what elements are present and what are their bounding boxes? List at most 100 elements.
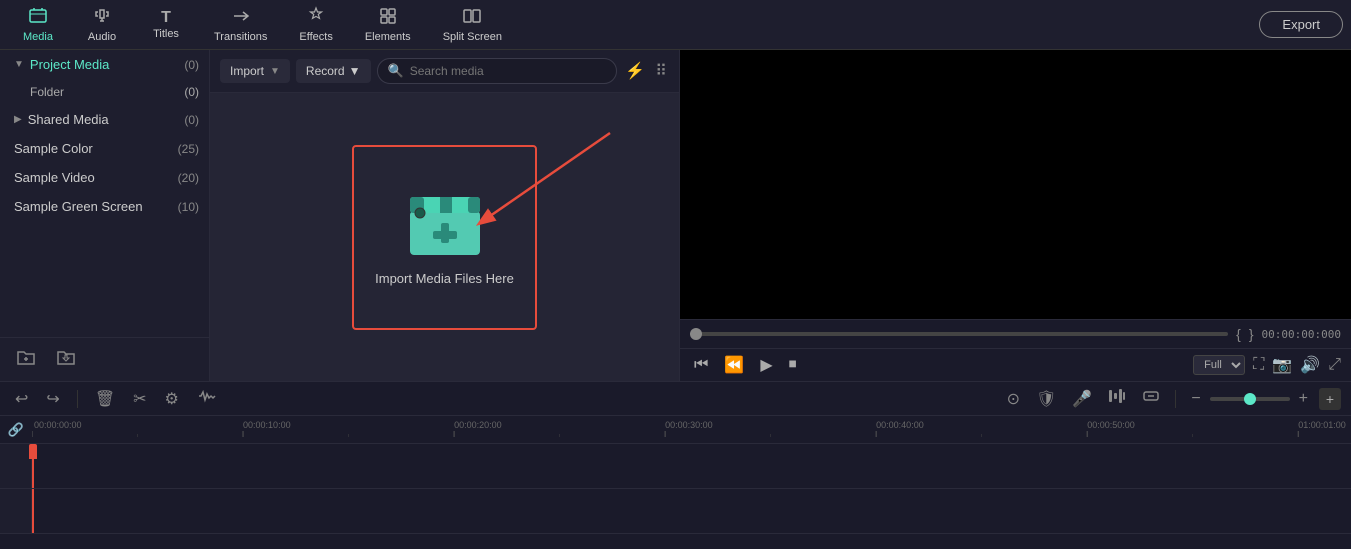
import-button[interactable]: Import ▼	[220, 59, 290, 83]
import-label: Import	[230, 64, 264, 78]
zoom-in-button[interactable]: +	[1294, 388, 1313, 410]
fullscreen-button[interactable]: ⛶	[1253, 356, 1264, 374]
track-content-1	[32, 444, 1351, 488]
quality-select[interactable]: Full 1/2 1/4	[1193, 355, 1245, 375]
folder-count: (0)	[184, 85, 199, 99]
nav-titles[interactable]: T Titles	[136, 6, 196, 44]
preview-playback-controls: ⏮ ⏪ ▶ ⏹ Full 1/2 1/4 ⛶ 📷 🔊 ⤢	[680, 348, 1351, 381]
import-drop-zone[interactable]: Import Media Files Here	[352, 145, 537, 330]
voiceover-button[interactable]: 🎤	[1067, 387, 1097, 411]
sidebar: ▼ Project Media (0) Folder (0) ▶ Shared …	[0, 50, 210, 381]
nav-elements[interactable]: Elements	[351, 2, 425, 47]
track-label-2	[0, 489, 32, 533]
import-folder-button[interactable]	[50, 346, 82, 373]
preview-panel: { } 00:00:00:000 ⏮ ⏪ ▶ ⏹ Full 1/2 1/4 ⛶ …	[680, 50, 1351, 381]
sidebar-bottom-actions	[0, 337, 209, 381]
nav-titles-label: Titles	[153, 28, 179, 40]
expand-button[interactable]: ⤢	[1328, 356, 1341, 374]
timeline-scrubber[interactable]	[690, 332, 1228, 336]
snapshot-button[interactable]: 📷	[1272, 355, 1292, 375]
export-button[interactable]: Export	[1259, 11, 1343, 38]
preview-video	[680, 50, 1351, 319]
ruler-ts-2: 00:00:20:00	[454, 420, 502, 430]
sidebar-item-sample-color[interactable]: Sample Color (25)	[0, 134, 209, 163]
nav-splitscreen[interactable]: Split Screen	[429, 2, 516, 47]
zoom-slider[interactable]	[1210, 397, 1290, 401]
record-button[interactable]: Record ▼	[296, 59, 371, 83]
sample-color-count: (25)	[178, 142, 199, 156]
media-panel: Import ▼ Record ▼ 🔍 ⚡ ⠿	[210, 50, 680, 381]
sidebar-item-shared-media[interactable]: ▶ Shared Media (0)	[0, 105, 209, 134]
audio-wave-button[interactable]	[192, 386, 222, 411]
link-tracks-button[interactable]: 🔗	[0, 422, 32, 438]
shared-media-count: (0)	[184, 113, 199, 127]
nav-audio[interactable]: Audio	[72, 2, 132, 47]
top-navigation: Media Audio T Titles Transitions Effect	[0, 0, 1351, 50]
sidebar-item-project-media[interactable]: ▼ Project Media (0)	[0, 50, 209, 79]
sample-color-label: Sample Color	[14, 141, 93, 156]
track-row-1	[0, 444, 1351, 489]
sample-video-count: (20)	[178, 171, 199, 185]
media-content: Import Media Files Here	[210, 93, 679, 381]
sidebar-item-sample-green[interactable]: Sample Green Screen (10)	[0, 192, 209, 221]
shared-media-label: Shared Media	[28, 112, 109, 127]
step-back-button[interactable]: ⏪	[720, 353, 748, 377]
import-chevron: ▼	[270, 66, 280, 77]
toolbar-divider	[77, 390, 78, 408]
nav-transitions[interactable]: Transitions	[200, 2, 281, 47]
mark-out-button[interactable]: }	[1249, 326, 1254, 342]
record-label: Record	[306, 64, 345, 78]
adjust-button[interactable]: ⚙	[160, 387, 184, 411]
grid-icon[interactable]: ⠿	[653, 59, 669, 83]
scene-detect-button[interactable]: ⊙	[1002, 387, 1025, 411]
nav-effects[interactable]: Effects	[285, 2, 346, 47]
timeline-ruler-row: 🔗 00:00:00:00 00:00:10:00 00:00:20:00 00…	[0, 416, 1351, 444]
nav-media[interactable]: Media	[8, 2, 68, 47]
import-drop-label: Import Media Files Here	[375, 271, 514, 286]
new-folder-button[interactable]	[10, 346, 42, 373]
media-toolbar: Import ▼ Record ▼ 🔍 ⚡ ⠿	[210, 50, 679, 93]
nav-elements-label: Elements	[365, 31, 411, 43]
add-track-button[interactable]: +	[1319, 388, 1341, 410]
sidebar-item-sample-video[interactable]: Sample Video (20)	[0, 163, 209, 192]
nav-audio-label: Audio	[88, 31, 116, 43]
nav-media-label: Media	[23, 31, 53, 43]
preview-scrubber-controls: { } 00:00:00:000	[680, 319, 1351, 348]
sidebar-item-folder[interactable]: Folder (0)	[0, 79, 209, 105]
volume-button[interactable]: 🔊	[1300, 355, 1320, 375]
search-box[interactable]: 🔍	[377, 58, 618, 84]
filter-icon[interactable]: ⚡	[623, 59, 647, 83]
delete-button[interactable]: 🗑	[90, 387, 120, 411]
cut-button[interactable]: ✂	[128, 387, 151, 411]
redo-button[interactable]: ↪	[41, 387, 64, 411]
stop-button[interactable]: ⏹	[785, 354, 801, 376]
shared-expand-icon: ▶	[14, 114, 22, 125]
sidebar-item-label: Project Media	[30, 57, 109, 72]
timeline-right-icons: ⊙ 🛡 🎤 −	[1002, 386, 1341, 411]
play-button[interactable]: ▶	[756, 353, 776, 377]
stabilize-button[interactable]: 🛡	[1031, 387, 1061, 411]
undo-button[interactable]: ↩	[10, 387, 33, 411]
sample-video-label: Sample Video	[14, 170, 95, 185]
ruler-ts-4: 00:00:40:00	[876, 420, 924, 430]
ruler-area: 00:00:00:00 00:00:10:00 00:00:20:00 00:0…	[32, 416, 1351, 443]
effects-icon	[306, 6, 326, 29]
collapse-icon: ▼	[14, 59, 24, 70]
playhead-track-1	[32, 444, 34, 488]
go-to-start-button[interactable]: ⏮	[690, 354, 712, 376]
mark-in-button[interactable]: {	[1236, 326, 1241, 342]
ruler-ts-3: 00:00:30:00	[665, 420, 713, 430]
ruler-ts-6: 01:00:01:00	[1298, 420, 1346, 430]
clapper-icon	[405, 189, 485, 259]
silence-detect-button[interactable]	[1137, 386, 1165, 411]
sample-green-count: (10)	[178, 200, 199, 214]
track-content-2	[32, 489, 1351, 533]
timeline-toolbar: ↩ ↪ 🗑 ✂ ⚙ ⊙ 🛡 🎤	[0, 382, 1351, 416]
ruler-ts-0: 00:00:00:00	[34, 420, 82, 430]
sample-green-label: Sample Green Screen	[14, 199, 143, 214]
search-input[interactable]	[410, 64, 607, 78]
zoom-out-button[interactable]: −	[1186, 388, 1205, 410]
auto-beat-button[interactable]	[1103, 386, 1131, 411]
transitions-icon	[231, 6, 251, 29]
main-area: ▼ Project Media (0) Folder (0) ▶ Shared …	[0, 50, 1351, 381]
